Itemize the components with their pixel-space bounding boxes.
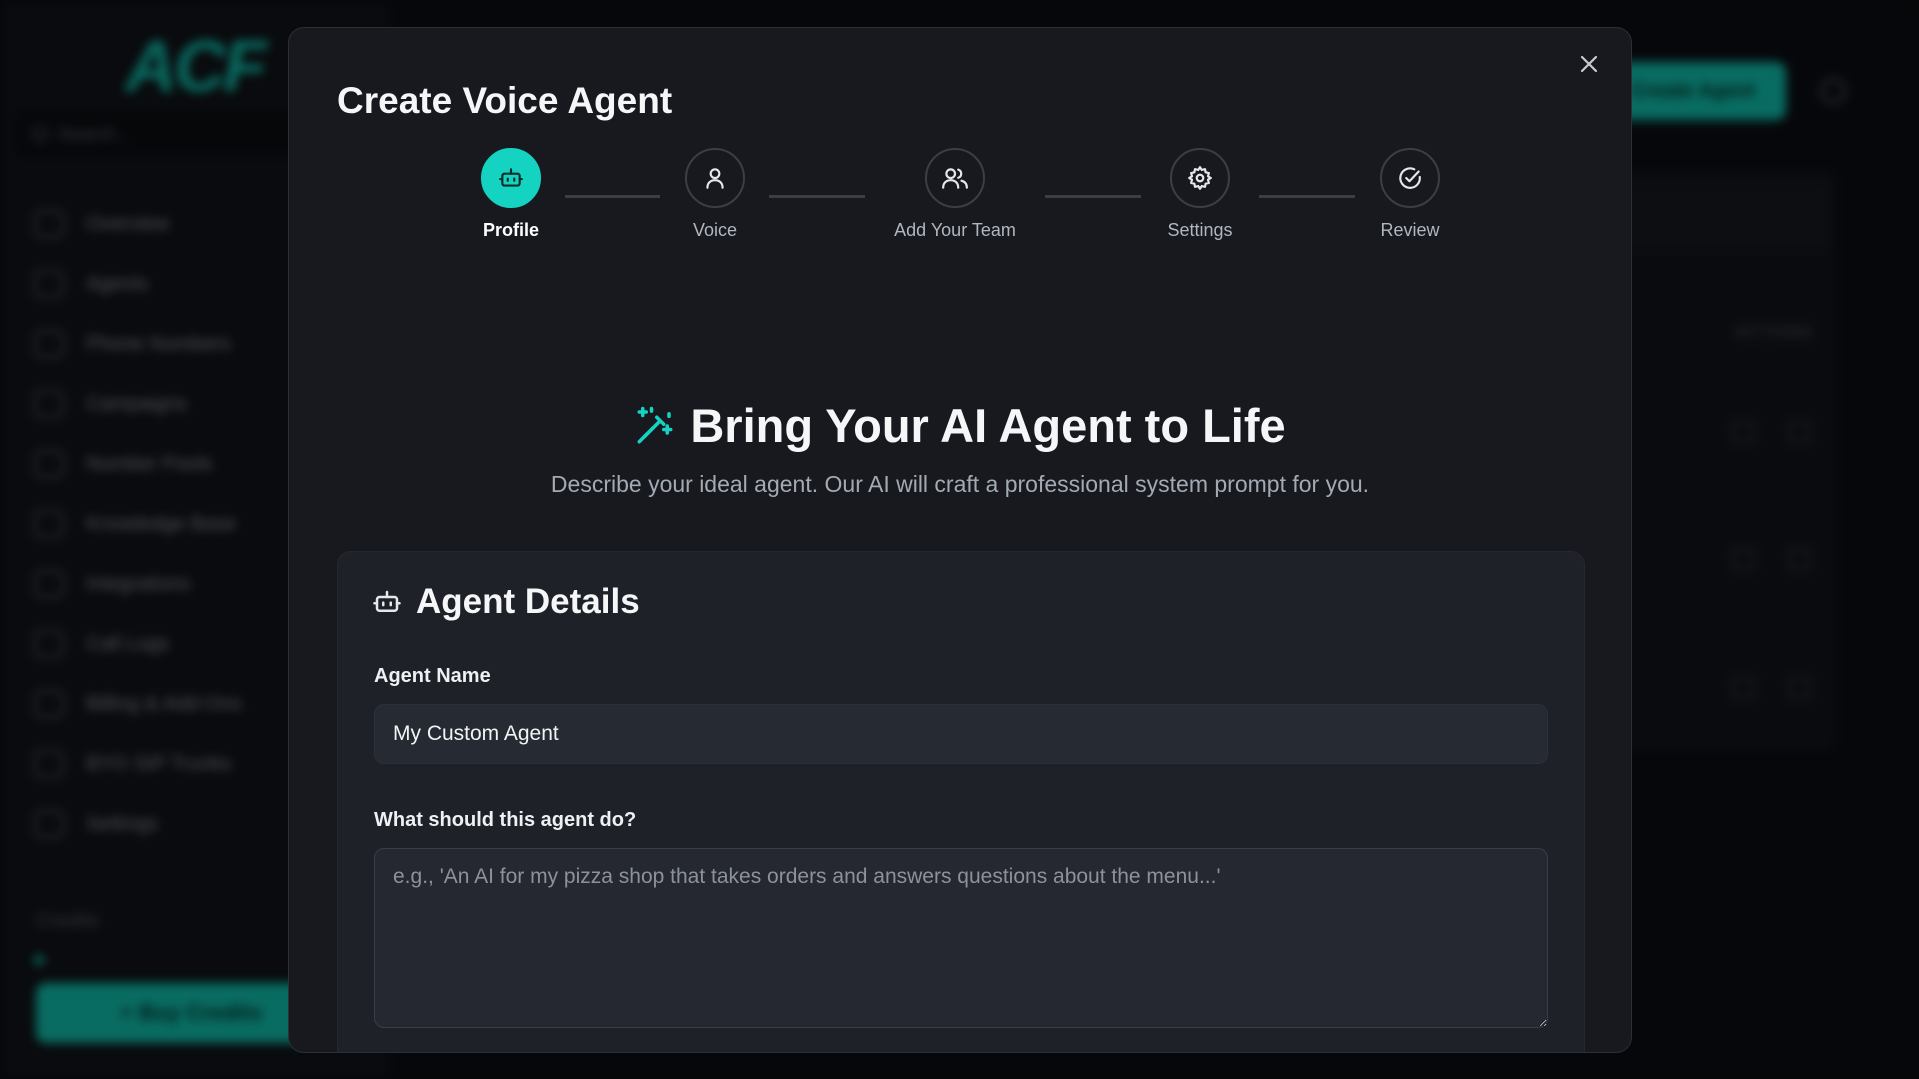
agent-name-label: Agent Name — [374, 665, 491, 687]
hero-title-text: Bring Your AI Agent to Life — [690, 399, 1286, 452]
magic-wand-icon — [637, 406, 673, 443]
gear-icon — [1188, 166, 1212, 190]
card-title: Agent Details — [372, 582, 640, 622]
modal-title: Create Voice Agent — [337, 80, 673, 121]
step-voice[interactable]: Voice — [625, 148, 805, 241]
step-profile[interactable]: Profile — [421, 148, 601, 241]
bot-icon — [499, 168, 523, 187]
agent-name-input[interactable] — [374, 704, 1548, 764]
step-label: Settings — [1167, 220, 1233, 240]
hero-title: Bring Your AI Agent to Life — [289, 398, 1631, 453]
step-circle — [481, 148, 541, 208]
step-circle — [685, 148, 745, 208]
users-icon — [942, 168, 968, 189]
agent-description-textarea[interactable] — [374, 848, 1548, 1028]
step-label: Add Your Team — [894, 220, 1016, 240]
user-icon — [706, 168, 724, 189]
step-circle — [1170, 148, 1230, 208]
step-label: Profile — [482, 220, 539, 240]
card-title-text: Agent Details — [416, 582, 640, 621]
check-circle-icon — [1399, 167, 1421, 189]
hero-subtitle: Describe your ideal agent. Our AI will c… — [550, 471, 1370, 497]
step-label: Voice — [692, 220, 738, 240]
step-settings[interactable]: Settings — [1110, 148, 1290, 241]
step-review[interactable]: Review — [1320, 148, 1500, 241]
agent-details-card: Agent Details Agent Name What should thi… — [337, 551, 1585, 1052]
stepper: Profile Voice Add Your Team Settings Rev… — [289, 148, 1631, 258]
close-button[interactable] — [1573, 48, 1605, 80]
create-agent-modal: Create Voice Agent Profile Voice Add You… — [288, 27, 1632, 1053]
description-label: What should this agent do? — [374, 809, 637, 831]
step-circle — [925, 148, 985, 208]
step-label: Review — [1380, 220, 1440, 240]
bot-icon — [373, 590, 401, 612]
step-add-your-team[interactable]: Add Your Team — [865, 148, 1045, 241]
step-circle — [1380, 148, 1440, 208]
close-icon — [1580, 55, 1598, 73]
